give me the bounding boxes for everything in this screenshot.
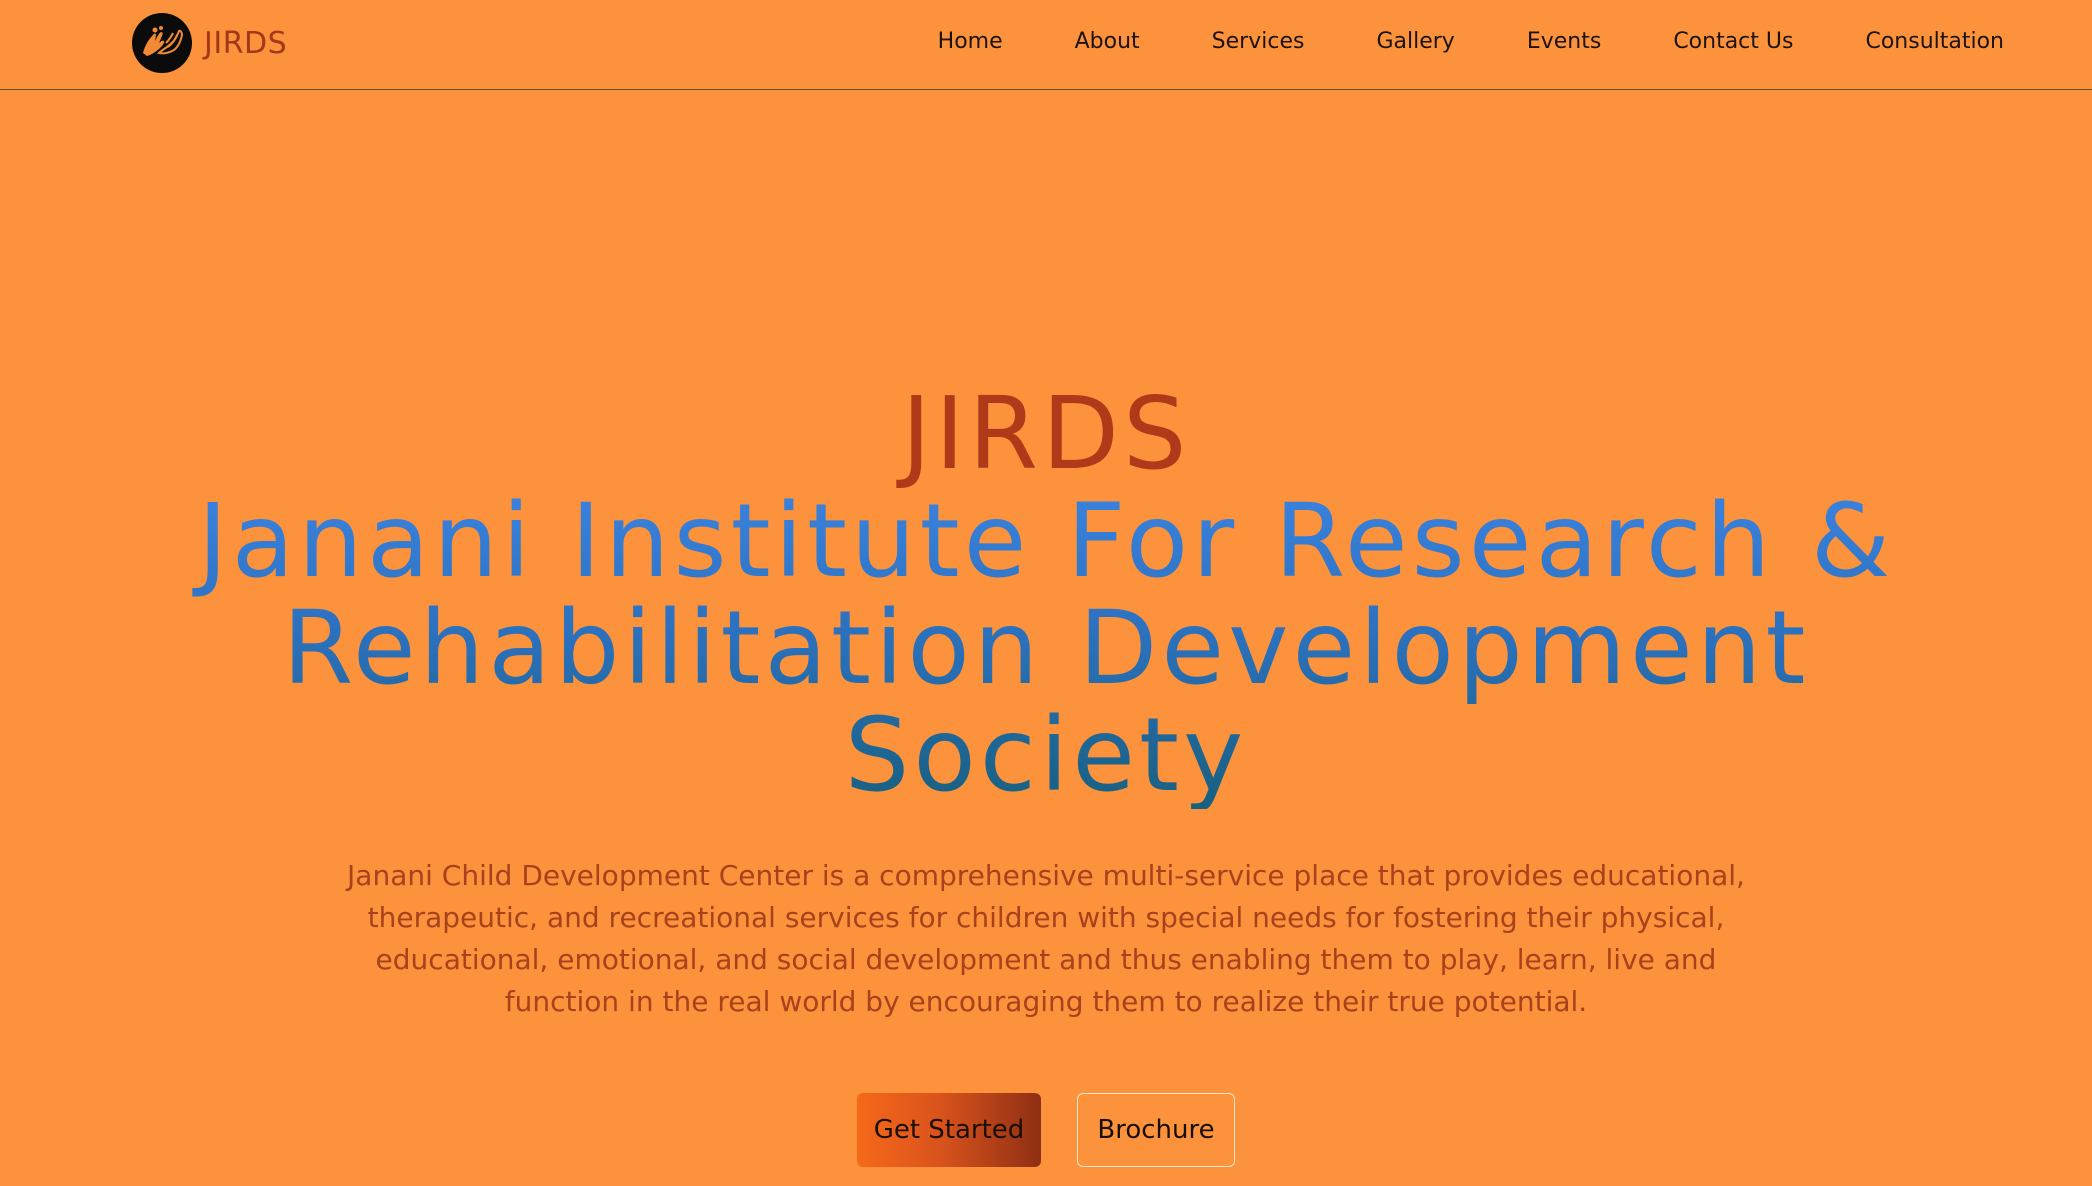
nav-about[interactable]: About — [1075, 26, 1140, 58]
nav-home[interactable]: Home — [938, 26, 1003, 58]
nav-events[interactable]: Events — [1527, 26, 1602, 58]
nav-services[interactable]: Services — [1212, 26, 1305, 58]
main-nav: Home About Services Gallery Events Conta… — [938, 26, 2004, 58]
nav-gallery[interactable]: Gallery — [1376, 26, 1454, 58]
hero-actions: Get Started Brochure — [0, 1093, 2092, 1167]
get-started-button[interactable]: Get Started — [857, 1093, 1041, 1167]
site-header: JIRDS Home About Services Gallery Events… — [0, 0, 2092, 90]
logo-text: JIRDS — [204, 25, 288, 61]
hero-description: Janani Child Development Center is a com… — [347, 859, 1745, 1018]
hero-brand: JIRDS — [901, 375, 1191, 492]
hero-title: Janani Institute For Research & Rehabili… — [106, 488, 1986, 809]
page: JIRDS Home About Services Gallery Events… — [0, 0, 2092, 1186]
helping-hands-icon — [132, 13, 192, 73]
logo-link[interactable]: JIRDS — [132, 13, 287, 73]
hero-section: JIRDS Janani Institute For Research & Re… — [0, 380, 2092, 1167]
nav-consultation[interactable]: Consultation — [1865, 26, 2004, 58]
brochure-button[interactable]: Brochure — [1077, 1093, 1235, 1167]
nav-contact-us[interactable]: Contact Us — [1673, 26, 1793, 58]
